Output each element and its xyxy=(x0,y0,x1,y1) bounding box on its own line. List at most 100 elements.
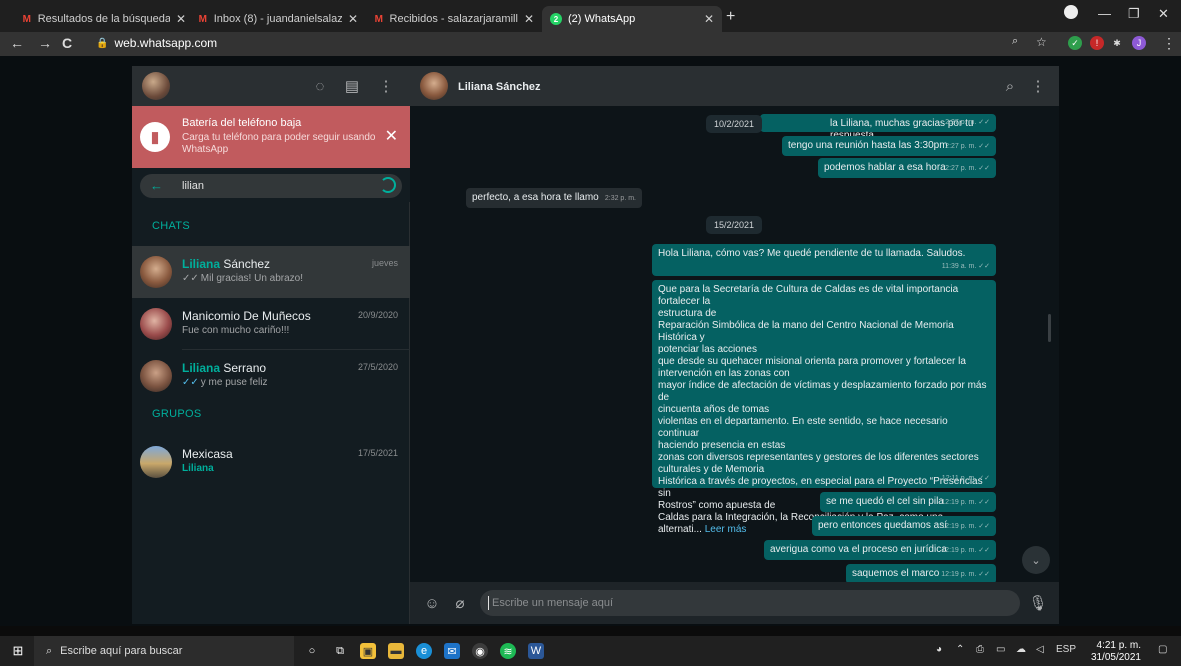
tab-whatsapp[interactable]: 2 (2) WhatsApp ✕ xyxy=(542,6,722,32)
my-avatar[interactable] xyxy=(142,72,170,100)
window-close-icon[interactable]: ✕ xyxy=(1158,6,1169,22)
new-chat-icon[interactable]: ▤ xyxy=(342,76,362,96)
mail-icon[interactable]: ✉ xyxy=(444,643,460,659)
contact-name: Liliana Sánchez xyxy=(458,81,541,93)
message-outgoing: Hola Liliana, cómo vas? Me quedé pendien… xyxy=(652,244,996,276)
windows-start-icon[interactable]: ⊞ xyxy=(10,643,26,659)
close-tab-icon[interactable]: ✕ xyxy=(348,12,358,26)
edge-icon[interactable]: e xyxy=(416,643,432,659)
tray-chevron-up-icon[interactable]: ⌃ xyxy=(956,644,964,655)
close-icon[interactable]: ✕ xyxy=(385,126,398,146)
tab-label: Resultados de la búsqueda - juan xyxy=(37,13,170,25)
composer: ☺ ⌀ Escribe un mensaje aquí 🎙 xyxy=(410,582,1059,624)
message-outgoing: tengo una reunión hasta las 3:30pm 2:27 … xyxy=(782,136,996,156)
chrome-icon[interactable]: ◉ xyxy=(472,643,488,659)
cortana-icon[interactable]: ○ xyxy=(304,643,320,659)
close-tab-icon[interactable]: ✕ xyxy=(704,12,714,26)
message-incoming: perfecto, a esa hora te llamo 2:32 p. m. xyxy=(466,188,642,208)
forward-icon[interactable]: → xyxy=(38,35,52,51)
extension-shield-icon[interactable]: ! xyxy=(1090,36,1104,50)
sidebar-header: ◌ ▤ ⋮ xyxy=(132,66,410,106)
restore-icon[interactable]: ❐ xyxy=(1128,6,1140,22)
task-view-icon[interactable]: ⧉ xyxy=(332,643,348,659)
extensions-puzzle-icon[interactable]: ✱ xyxy=(1110,36,1124,50)
whatsapp-app: ◌ ▤ ⋮ ▮ Batería del teléfono baja Carga … xyxy=(132,66,1059,624)
search-icon: ⌕ xyxy=(46,644,53,657)
message-input[interactable]: Escribe un mensaje aquí xyxy=(480,590,1020,616)
read-more-link[interactable]: Leer más xyxy=(705,524,747,535)
sidebar: ◌ ▤ ⋮ ▮ Batería del teléfono baja Carga … xyxy=(132,66,410,624)
search-icon[interactable]: ⌕ xyxy=(1000,76,1020,96)
chat-liliana-sanchez[interactable]: Liliana Sánchez ✓✓ Mil gracias! Un abrazo… xyxy=(132,246,410,298)
back-arrow-icon[interactable]: ← xyxy=(150,178,163,193)
date-pill: 15/2/2021 xyxy=(706,216,763,234)
extension-check-icon[interactable]: ✓ xyxy=(1068,36,1082,50)
chat-manicomio[interactable]: Manicomio De Muñecos Fue con mucho cariñ… xyxy=(132,298,410,350)
minimize-icon[interactable]: — xyxy=(1098,6,1111,21)
menu-icon[interactable]: ⋮ xyxy=(376,76,396,96)
store-icon[interactable]: ▣ xyxy=(360,643,376,659)
group-mexicasa[interactable]: Mexicasa Liliana 17/5/2021 xyxy=(132,436,410,488)
chat-liliana-serrano[interactable]: Liliana Serrano ✓✓ y me puse feliz 27/5/2… xyxy=(132,350,410,402)
loading-spinner-icon xyxy=(380,177,396,193)
search-value: lilian xyxy=(182,180,205,192)
microphone-icon[interactable]: 🎙 xyxy=(1028,593,1048,613)
emoji-icon[interactable]: ☺ xyxy=(422,593,442,613)
chat-preview: ✓✓ Mil gracias! Un abrazo! xyxy=(182,273,304,284)
tray-app-icon[interactable]: ◕ xyxy=(936,644,942,655)
message-time: 12:19 p. m. ✓✓ xyxy=(941,571,990,578)
low-battery-alert: ▮ Batería del teléfono baja Carga tu tel… xyxy=(132,106,410,168)
clock-date: 31/05/2021 xyxy=(1090,652,1141,663)
chat-preview: Fue con mucho cariño!!! xyxy=(182,325,290,336)
gmail-icon: M xyxy=(374,13,383,25)
close-tab-icon[interactable]: ✕ xyxy=(524,12,534,26)
search-bar: ← lilian xyxy=(132,168,410,202)
conversation-header[interactable]: Liliana Sánchez ⌕ ⋮ xyxy=(410,66,1059,106)
avatar xyxy=(140,446,172,478)
account-avatar-icon[interactable]: J xyxy=(1132,36,1146,50)
taskbar: ⊞ ⌕ Escribe aquí para buscar ○ ⧉ ▣ ▬ e ✉… xyxy=(0,636,1181,666)
url-text: web.whatsapp.com xyxy=(114,36,218,50)
tray-volume-icon[interactable]: ◁ xyxy=(1036,644,1044,655)
spotify-icon[interactable]: ≋ xyxy=(500,643,516,659)
scrollbar-thumb[interactable] xyxy=(1048,314,1051,342)
tab-search-results[interactable]: M Resultados de la búsqueda - juan ✕ xyxy=(14,6,194,32)
file-explorer-icon[interactable]: ▬ xyxy=(388,643,404,659)
message-placeholder: Escribe un mensaje aquí xyxy=(492,597,614,609)
scroll-down-chevron-icon[interactable]: ⌄ xyxy=(1022,546,1050,574)
reload-icon[interactable]: C xyxy=(62,35,72,51)
address-bar[interactable]: 🔒 web.whatsapp.com xyxy=(96,36,217,50)
chat-date: 17/5/2021 xyxy=(357,448,398,458)
text-caret xyxy=(488,596,489,610)
chat-date: 27/5/2020 xyxy=(357,362,398,372)
clock[interactable]: 4:21 p. m. 31/05/2021 xyxy=(1091,640,1141,664)
tray-onedrive-icon[interactable]: ☁ xyxy=(1016,644,1026,655)
tray-network-icon[interactable]: ▭ xyxy=(996,644,1005,655)
avatar xyxy=(140,256,172,288)
message-outgoing: podemos hablar a esa hora 2:27 p. m. ✓✓ xyxy=(818,158,996,178)
message-time: 2:27 p. m. ✓✓ xyxy=(945,119,990,126)
profile-icon[interactable] xyxy=(1064,5,1078,19)
notifications-icon[interactable]: ▢ xyxy=(1158,644,1167,655)
taskbar-search-input[interactable]: ⌕ Escribe aquí para buscar xyxy=(34,636,294,666)
chat-preview: ✓✓ y me puse feliz xyxy=(182,377,268,388)
browser-menu-icon[interactable]: ⋮ xyxy=(1162,35,1176,52)
tab-recibidos[interactable]: M Recibidos - salazarjaramillojuand ✕ xyxy=(366,6,542,32)
lock-icon: 🔒 xyxy=(96,37,109,49)
attach-icon[interactable]: ⌀ xyxy=(450,593,470,613)
word-icon[interactable]: W xyxy=(528,643,544,659)
bookmark-star-icon[interactable]: ☆ xyxy=(1036,35,1047,49)
new-tab-icon[interactable]: + xyxy=(726,8,735,26)
close-tab-icon[interactable]: ✕ xyxy=(176,12,186,26)
chat-name: Mexicasa xyxy=(182,447,233,461)
gmail-icon: M xyxy=(198,13,208,25)
language-indicator[interactable]: ESP xyxy=(1056,644,1076,655)
contact-avatar[interactable] xyxy=(420,72,448,100)
menu-icon[interactable]: ⋮ xyxy=(1028,76,1048,96)
zoom-icon[interactable]: ⌕ xyxy=(1012,35,1018,48)
search-input[interactable]: ← lilian xyxy=(140,174,402,198)
status-icon[interactable]: ◌ xyxy=(310,76,330,96)
tray-meet-icon[interactable]: ⎙ xyxy=(976,644,984,655)
tab-inbox[interactable]: M Inbox (8) - juandanielsalazarj@g ✕ xyxy=(190,6,366,32)
back-icon[interactable]: ← xyxy=(10,35,24,51)
